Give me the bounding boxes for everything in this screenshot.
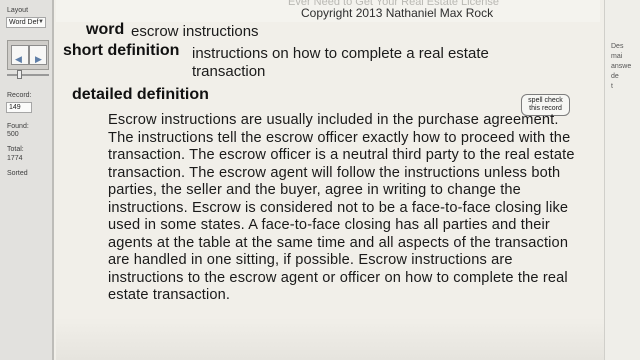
detailed-definition-field[interactable]: Escrow instructions are usually included… — [108, 112, 582, 305]
arrow-right-icon: ▶ — [35, 54, 42, 64]
total-count: 1774 — [7, 155, 23, 162]
word-label: word — [86, 21, 125, 38]
short-definition-label: short definition — [63, 42, 180, 59]
layout-select[interactable]: Word Def ▼ — [6, 17, 46, 28]
record-slider-handle[interactable] — [17, 70, 22, 79]
short-definition-field[interactable]: instructions on how to complete a real e… — [192, 45, 522, 81]
right-panel: Des mai answe de t — [604, 0, 640, 360]
layout-label: Layout — [7, 7, 29, 14]
record-number-value: 149 — [9, 104, 21, 111]
arrow-left-icon: ◀ — [15, 54, 22, 64]
right-panel-text: Des mai answe de t — [611, 43, 632, 90]
content-bottom-area — [56, 318, 604, 360]
chevron-down-icon: ▼ — [38, 19, 44, 25]
found-label: Found: — [7, 123, 29, 130]
found-count: 500 — [7, 131, 19, 138]
status-toolbar: Layout Word Def ▼ ◀ ▶ Record: 149 Found:… — [0, 0, 54, 360]
sort-status: Sorted — [7, 170, 28, 177]
previous-record-button[interactable]: ◀ — [11, 45, 29, 65]
next-record-button[interactable]: ▶ — [29, 45, 47, 65]
record-navigator: ◀ ▶ — [7, 40, 49, 70]
layout-header: Ever Need to Get Your Real Estate Licens… — [56, 0, 600, 22]
record-slider-track[interactable] — [7, 74, 49, 76]
total-label: Total: — [7, 146, 24, 153]
detailed-definition-label: detailed definition — [72, 86, 209, 103]
record-number-input[interactable]: 149 — [6, 102, 32, 113]
word-field[interactable]: escrow instructions — [131, 23, 259, 40]
copyright-text: Copyright 2013 Nathaniel Max Rock — [301, 6, 494, 20]
layout-value: Word Def — [9, 19, 39, 26]
record-label: Record: — [7, 92, 32, 99]
